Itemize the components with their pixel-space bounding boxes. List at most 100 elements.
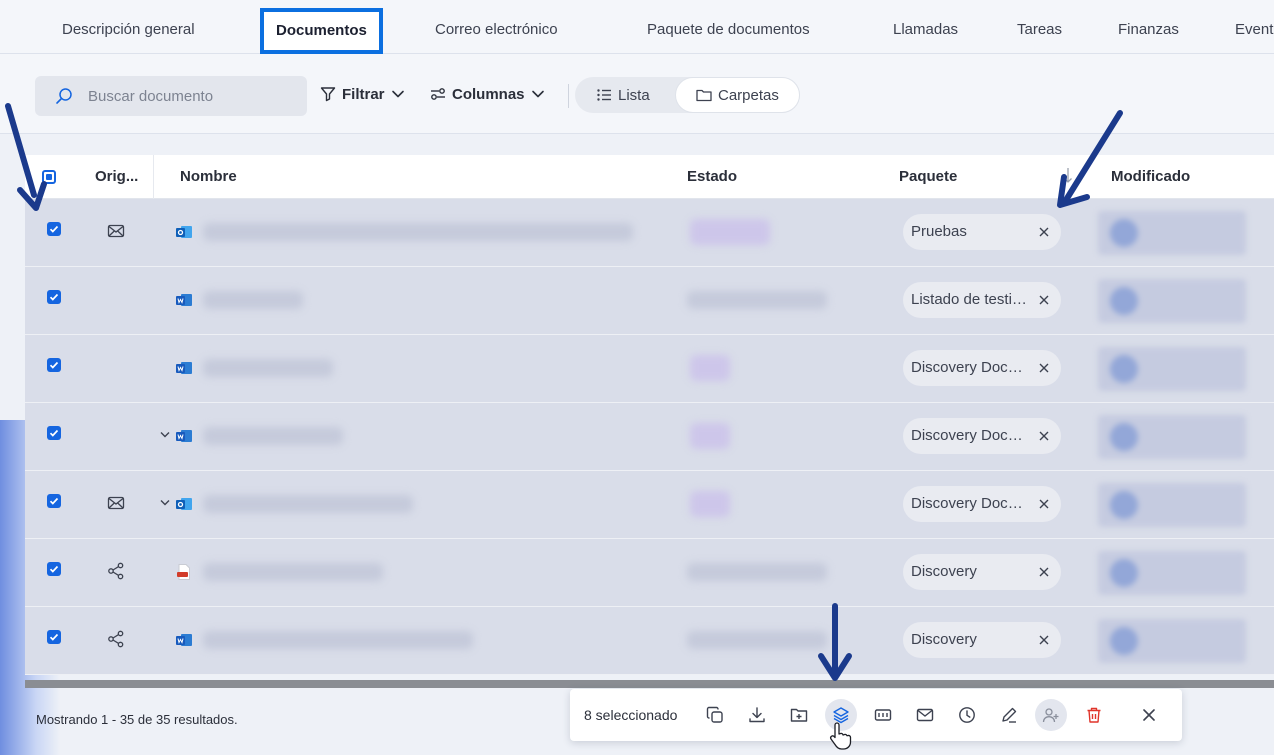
document-name-redacted	[203, 495, 413, 513]
package-tag: Discovery Documents	[903, 486, 1061, 522]
column-header-modified[interactable]: Modificado	[1111, 155, 1190, 199]
share-with-user-button[interactable]	[1035, 699, 1067, 731]
close-icon[interactable]	[1038, 226, 1050, 238]
close-icon[interactable]	[1038, 634, 1050, 646]
chevron-down-icon[interactable]	[160, 499, 170, 507]
assign-id-button[interactable]	[867, 699, 899, 731]
document-name-redacted	[203, 631, 473, 649]
filter-icon	[320, 87, 336, 102]
edit-button[interactable]	[993, 699, 1025, 731]
clock-icon	[959, 707, 975, 723]
horizontal-scrollbar[interactable]	[25, 680, 1274, 688]
close-icon[interactable]	[1038, 566, 1050, 578]
view-list-button[interactable]: Lista	[597, 77, 650, 113]
tab-document-package[interactable]: Paquete de documentos	[647, 0, 810, 54]
table-row[interactable]: Listado de testigos	[25, 267, 1274, 335]
copy-button[interactable]	[699, 699, 731, 731]
close-icon[interactable]	[1038, 430, 1050, 442]
trash-icon	[1087, 707, 1101, 723]
columns-button[interactable]: Columnas	[430, 82, 545, 106]
modified-redacted	[1098, 483, 1246, 527]
mail-icon	[107, 224, 125, 238]
row-checkbox[interactable]	[47, 494, 61, 508]
package-tag: Discovery	[903, 554, 1061, 590]
add-to-folder-button[interactable]	[783, 699, 815, 731]
package-tag: Pruebas	[903, 214, 1061, 250]
edit-icon	[1002, 707, 1017, 723]
bulk-action-bar: 8 seleccionado	[570, 689, 1182, 741]
columns-settings-icon	[431, 88, 445, 100]
view-list-label: Lista	[618, 86, 650, 104]
add-to-package-button[interactable]	[825, 699, 857, 731]
search-input[interactable]	[88, 76, 298, 116]
tab-bar: Descripción general Documentos Correo el…	[0, 0, 1274, 54]
share-icon	[108, 562, 124, 580]
status-redacted	[690, 219, 770, 245]
row-checkbox[interactable]	[47, 630, 61, 644]
package-tag-label: Discovery Documents	[911, 495, 1029, 512]
word-icon	[176, 362, 192, 374]
tab-overview[interactable]: Descripción general	[62, 0, 195, 54]
view-switcher: Lista Carpetas	[575, 77, 800, 113]
tab-events[interactable]: Event	[1235, 0, 1273, 54]
word-icon	[176, 634, 192, 646]
modified-redacted	[1098, 347, 1246, 391]
table-row[interactable]: Pruebas	[25, 199, 1274, 267]
document-table-body: Pruebas Listado de testigos Discovery Do…	[25, 199, 1274, 675]
filter-button[interactable]: Filtrar	[320, 82, 405, 106]
table-row[interactable]: Discovery Documents	[25, 471, 1274, 539]
column-header-name[interactable]: Nombre	[180, 155, 237, 199]
tab-calls[interactable]: Llamadas	[893, 0, 958, 54]
document-name-redacted	[203, 359, 333, 377]
pdf-icon	[177, 564, 190, 580]
package-tag-label: Discovery Documents	[911, 359, 1029, 376]
status-redacted	[690, 355, 730, 381]
package-tag: Discovery	[903, 622, 1061, 658]
table-row[interactable]: Discovery Documents	[25, 335, 1274, 403]
table-row[interactable]: Discovery	[25, 607, 1274, 675]
close-selection-button[interactable]	[1133, 699, 1165, 731]
select-all-checkbox[interactable]	[42, 170, 56, 184]
close-icon[interactable]	[1038, 294, 1050, 306]
tab-documents[interactable]: Documentos	[260, 8, 383, 54]
copy-icon	[706, 706, 723, 723]
layers-icon	[833, 707, 849, 724]
view-folders-button[interactable]: Carpetas	[675, 77, 800, 113]
row-checkbox[interactable]	[47, 562, 61, 576]
search-box	[35, 76, 307, 116]
document-name-redacted	[203, 427, 343, 445]
tab-tasks[interactable]: Tareas	[1017, 0, 1062, 54]
document-name-redacted	[203, 563, 383, 581]
close-icon[interactable]	[1038, 498, 1050, 510]
sort-arrow-icon[interactable]	[1063, 167, 1073, 185]
table-row[interactable]: Discovery	[25, 539, 1274, 607]
table-row[interactable]: Discovery Documents	[25, 403, 1274, 471]
column-header-package[interactable]: Paquete	[899, 155, 957, 199]
send-email-button[interactable]	[909, 699, 941, 731]
status-redacted	[687, 291, 827, 309]
chevron-down-icon	[531, 90, 544, 98]
download-button[interactable]	[741, 699, 773, 731]
row-checkbox[interactable]	[47, 290, 61, 304]
close-icon[interactable]	[1038, 362, 1050, 374]
row-checkbox[interactable]	[47, 426, 61, 440]
share-icon	[108, 630, 124, 648]
status-redacted	[690, 491, 730, 517]
outlook-icon	[176, 498, 192, 510]
chevron-down-icon[interactable]	[160, 431, 170, 439]
status-redacted	[687, 563, 827, 581]
history-button[interactable]	[951, 699, 983, 731]
column-header-status[interactable]: Estado	[687, 155, 737, 199]
add-to-folder-icon	[790, 708, 808, 722]
delete-button[interactable]	[1078, 699, 1110, 731]
column-header-origin[interactable]: Orig...	[95, 155, 138, 199]
id-card-icon	[874, 709, 892, 721]
row-checkbox[interactable]	[47, 358, 61, 372]
word-icon	[176, 294, 192, 306]
tab-finances[interactable]: Finanzas	[1118, 0, 1179, 54]
row-checkbox[interactable]	[47, 222, 61, 236]
tab-email[interactable]: Correo electrónico	[435, 0, 558, 54]
document-name-redacted	[203, 223, 633, 241]
columns-label: Columnas	[452, 85, 525, 103]
mail-icon	[916, 708, 934, 722]
